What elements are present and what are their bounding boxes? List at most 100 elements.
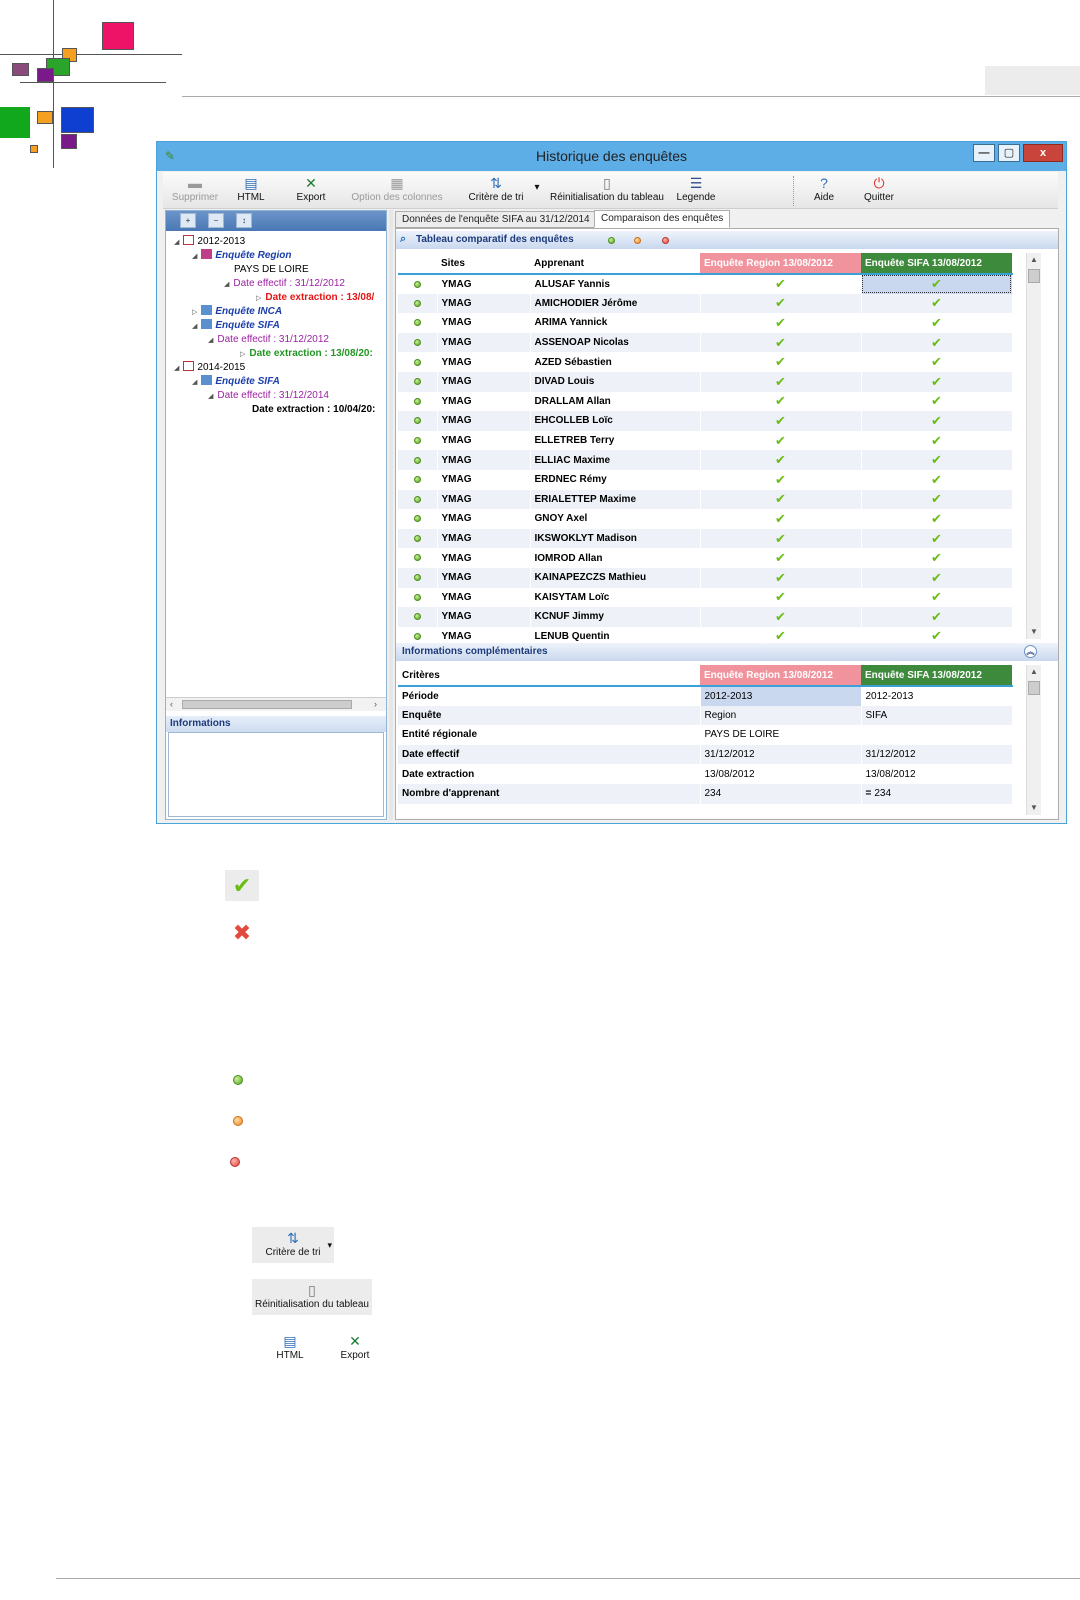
tab-sifa-data[interactable]: Données de l'enquête SIFA au 31/12/2014 xyxy=(395,211,597,228)
region-check-cell[interactable]: ✔ xyxy=(700,293,862,314)
scroll-down-icon[interactable]: ▼ xyxy=(1027,625,1041,639)
maximize-button[interactable]: ▢ xyxy=(998,144,1020,162)
sort-dropdown-arrow-icon[interactable]: ▾ xyxy=(531,182,543,193)
table-row[interactable]: Date extraction 13/08/2012 13/08/2012 xyxy=(398,764,1013,784)
region-check-cell[interactable]: ✔ xyxy=(700,274,862,294)
region-check-cell[interactable]: ✔ xyxy=(700,469,862,490)
export-button[interactable]: ✕ Export xyxy=(289,174,333,203)
sifa-check-cell[interactable]: ✔ xyxy=(861,469,1013,490)
table-row[interactable]: Date effectif 31/12/2012 31/12/2012 xyxy=(398,744,1013,765)
sort-criteria-button[interactable]: ⇅ Critère de tri xyxy=(461,174,531,203)
green-status-icon[interactable] xyxy=(608,237,615,244)
region-check-cell[interactable]: ✔ xyxy=(700,567,862,588)
tree-node-survey[interactable]: ◢ Enquête SIFA xyxy=(192,319,280,332)
scroll-thumb[interactable] xyxy=(1028,681,1040,695)
region-check-cell[interactable]: ✔ xyxy=(700,587,862,608)
region-column-header[interactable]: Enquête Region 13/08/2012 xyxy=(700,665,861,687)
tree-node-survey[interactable]: ◢ Enquête Region xyxy=(192,249,292,262)
table-row[interactable]: YMAG ELLIAC Maxime ✔ ✔ xyxy=(398,450,1013,470)
sifa-column-header[interactable]: Enquête SIFA 13/08/2012 xyxy=(861,665,1012,687)
scroll-up-icon[interactable]: ▲ xyxy=(1027,665,1041,679)
region-check-cell[interactable]: ✔ xyxy=(700,489,862,510)
sifa-check-cell[interactable]: ✔ xyxy=(861,313,1013,333)
collapse-all-icon[interactable]: − xyxy=(208,213,224,228)
tree-node-survey[interactable]: ▷ Enquête INCA xyxy=(192,305,282,318)
scroll-up-icon[interactable]: ▲ xyxy=(1027,253,1041,267)
sifa-check-cell[interactable]: ✔ xyxy=(861,548,1013,568)
tree-node-date-effectif[interactable]: ◢ Date effectif : 31/12/2014 xyxy=(208,389,329,402)
sites-column-header[interactable]: Sites xyxy=(437,253,530,275)
tree-horizontal-scrollbar[interactable]: ‹ › xyxy=(166,697,386,711)
tree-node-date-effectif[interactable]: ◢ Date effectif : 31/12/2012 xyxy=(208,333,329,346)
sifa-check-cell[interactable]: ✔ xyxy=(861,274,1013,294)
region-check-cell[interactable]: ✔ xyxy=(700,509,862,529)
comparison-vertical-scrollbar[interactable]: ▲ ▼ xyxy=(1026,253,1041,639)
table-row[interactable]: YMAG EHCOLLEB Loïc ✔ ✔ xyxy=(398,411,1013,431)
region-check-cell[interactable]: ✔ xyxy=(700,607,862,627)
table-row[interactable]: YMAG DIVAD Louis ✔ ✔ xyxy=(398,371,1013,392)
tree-node-date-extraction[interactable]: Date extraction : 10/04/20: xyxy=(252,403,375,416)
quit-button[interactable]: ⏻ Quitter xyxy=(857,174,901,203)
region-check-cell[interactable]: ✔ xyxy=(700,371,862,392)
sifa-check-cell[interactable]: ✔ xyxy=(861,293,1013,314)
region-check-cell[interactable]: ✔ xyxy=(700,313,862,333)
collapse-section-icon[interactable]: ︽ xyxy=(1024,645,1037,658)
sifa-check-cell[interactable]: ✔ xyxy=(861,352,1013,372)
tab-comparison[interactable]: Comparaison des enquêtes xyxy=(594,210,731,228)
minimize-button[interactable]: — xyxy=(973,144,995,162)
sifa-check-cell[interactable]: ✔ xyxy=(861,607,1013,627)
region-check-cell[interactable]: ✔ xyxy=(700,391,862,412)
legend-button[interactable]: ☰ Legende xyxy=(671,174,721,203)
sifa-check-cell[interactable]: ✔ xyxy=(861,332,1013,353)
sort-tree-icon[interactable]: ↕ xyxy=(236,213,252,228)
region-check-cell[interactable]: ✔ xyxy=(700,411,862,431)
table-row[interactable]: Entité régionale PAYS DE LOIRE xyxy=(398,725,1013,745)
table-row[interactable]: YMAG ALUSAF Yannis ✔ ✔ xyxy=(398,274,1013,294)
sifa-check-cell[interactable]: ✔ xyxy=(861,430,1013,451)
table-row[interactable]: YMAG IOMROD Allan ✔ ✔ xyxy=(398,548,1013,568)
scroll-left-icon[interactable]: ‹ xyxy=(170,699,173,709)
table-row[interactable]: YMAG KAISYTAM Loïc ✔ ✔ xyxy=(398,587,1013,608)
tree-node-entity[interactable]: PAYS DE LOIRE xyxy=(234,263,309,276)
close-button[interactable]: x xyxy=(1023,144,1063,162)
table-row[interactable]: YMAG GNOY Axel ✔ ✔ xyxy=(398,509,1013,529)
sifa-check-cell[interactable]: ✔ xyxy=(861,371,1013,392)
table-row[interactable]: YMAG DRALLAM Allan ✔ ✔ xyxy=(398,391,1013,412)
table-row[interactable]: YMAG AMICHODIER Jérôme ✔ ✔ xyxy=(398,293,1013,314)
region-check-cell[interactable]: ✔ xyxy=(700,352,862,372)
sifa-column-header[interactable]: Enquête SIFA 13/08/2012 xyxy=(861,253,1012,275)
tree-node-survey[interactable]: ◢ Enquête SIFA xyxy=(192,375,280,388)
table-row[interactable]: YMAG ERIALETTEP Maxime ✔ ✔ xyxy=(398,489,1013,510)
table-row[interactable]: YMAG ARIMA Yannick ✔ ✔ xyxy=(398,313,1013,333)
column-options-button[interactable]: ▦ Option des colonnes xyxy=(347,174,447,203)
region-check-cell[interactable]: ✔ xyxy=(700,430,862,451)
region-column-header[interactable]: Enquête Region 13/08/2012 xyxy=(700,253,861,275)
scroll-right-icon[interactable]: › xyxy=(374,699,377,709)
html-button[interactable]: ▤ HTML xyxy=(229,174,273,203)
table-row[interactable]: YMAG KAINAPEZCZS Mathieu ✔ ✔ xyxy=(398,567,1013,588)
scroll-thumb[interactable] xyxy=(1028,269,1040,283)
region-check-cell[interactable]: ✔ xyxy=(700,528,862,549)
table-row[interactable]: Enquête Region SIFA xyxy=(398,705,1013,726)
orange-status-icon[interactable] xyxy=(634,237,641,244)
delete-button[interactable]: ▬ Supprimer xyxy=(171,174,219,203)
scroll-thumb[interactable] xyxy=(182,700,352,709)
apprenant-column-header[interactable]: Apprenant xyxy=(530,253,700,275)
table-row[interactable]: YMAG ERDNEC Rémy ✔ ✔ xyxy=(398,469,1013,490)
tree-node-year[interactable]: ◢ 2014-2015 xyxy=(174,361,245,374)
scroll-down-icon[interactable]: ▼ xyxy=(1027,801,1041,815)
sifa-check-cell[interactable]: ✔ xyxy=(861,450,1013,470)
tree-node-date-extraction[interactable]: ▷ Date extraction : 13/08/ xyxy=(256,291,374,304)
region-check-cell[interactable]: ✔ xyxy=(700,548,862,568)
complement-vertical-scrollbar[interactable]: ▲ ▼ xyxy=(1026,665,1041,815)
table-row[interactable]: YMAG ELLETREB Terry ✔ ✔ xyxy=(398,430,1013,451)
sifa-check-cell[interactable]: ✔ xyxy=(861,567,1013,588)
region-check-cell[interactable]: ✔ xyxy=(700,450,862,470)
expand-all-icon[interactable]: + xyxy=(180,213,196,228)
tree-node-year[interactable]: ◢ 2012-2013 xyxy=(174,235,245,248)
sifa-check-cell[interactable]: ✔ xyxy=(861,587,1013,608)
table-row[interactable]: YMAG IKSWOKLYT Madison ✔ ✔ xyxy=(398,528,1013,549)
criteria-column-header[interactable]: Critères xyxy=(398,665,700,687)
table-row[interactable]: YMAG ASSENOAP Nicolas ✔ ✔ xyxy=(398,332,1013,353)
panel-splitter[interactable] xyxy=(389,210,393,820)
